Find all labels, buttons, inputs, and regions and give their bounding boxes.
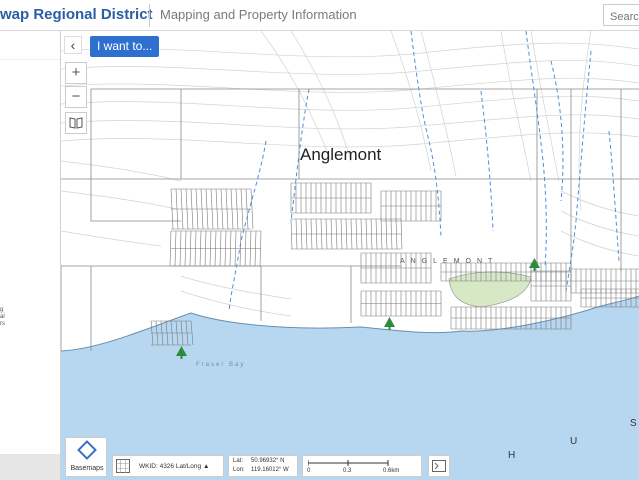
lon-label: Lon:	[233, 467, 245, 473]
sidebar-text-fragment: al	[0, 314, 5, 320]
bookmarks-button[interactable]	[65, 112, 87, 134]
scale-label-2: 0.6km	[383, 468, 400, 474]
scale-bar: 0 0.3 0.6km	[302, 455, 422, 477]
projection-label: WKID: 4326 Lat/Long ▲	[139, 463, 210, 470]
search-input[interactable]	[603, 4, 639, 26]
tree-icon	[529, 258, 540, 271]
plus-icon: +	[71, 64, 81, 81]
lat-value: 50.96932° N	[251, 458, 285, 464]
collapse-panel-button[interactable]: ‹	[64, 36, 82, 54]
grid-icon	[116, 459, 130, 473]
map-letter: U	[570, 436, 578, 447]
projection-selector[interactable]: WKID: 4326 Lat/Long ▲	[112, 455, 224, 477]
book-icon	[69, 117, 83, 129]
side-panel-footer	[0, 454, 60, 480]
scale-label-1: 0.3	[343, 468, 352, 474]
basemaps-label: Basemaps	[70, 465, 104, 472]
street-label: ANGLEMONT	[400, 258, 499, 265]
minus-icon: −	[71, 88, 81, 105]
zoom-in-button[interactable]: +	[65, 62, 87, 84]
side-panel-header	[0, 31, 60, 60]
overview-map-button[interactable]	[428, 455, 450, 477]
tree-icon	[384, 317, 395, 330]
coordinate-readout: Lat: 50.96932° N Lon: 119.16012° W	[228, 455, 298, 477]
lat-label: Lat:	[233, 458, 244, 464]
scale-label-0: 0	[307, 468, 311, 474]
zoom-out-button[interactable]: −	[65, 86, 87, 108]
basemaps-button[interactable]: Basemaps	[65, 437, 107, 477]
scale-bar-graphic	[308, 460, 389, 466]
layers-icon	[77, 440, 97, 460]
chevron-left-icon: ‹	[70, 37, 76, 53]
lon-value: 119.16012° W	[251, 467, 289, 473]
map-letter: S	[630, 418, 637, 429]
i-want-to-button[interactable]: I want to...	[90, 36, 160, 57]
site-brand[interactable]: wap Regional District	[0, 6, 153, 23]
app-header: wap Regional District Mapping and Proper…	[0, 0, 639, 31]
map-letter: H	[508, 450, 516, 461]
map-canvas[interactable]	[61, 31, 639, 480]
sidebar-text-fragment: rs	[0, 321, 5, 327]
bay-label: Fraser Bay	[196, 362, 246, 368]
tree-icon	[176, 346, 187, 359]
overview-icon	[432, 460, 446, 472]
map-viewport[interactable]	[61, 31, 639, 480]
sidebar-text-fragment: g	[0, 307, 4, 313]
header-divider	[149, 4, 150, 27]
side-panel: g al rs	[0, 31, 61, 480]
app-subtitle: Mapping and Property Information	[160, 7, 357, 22]
place-label: Anglemont	[300, 145, 382, 164]
